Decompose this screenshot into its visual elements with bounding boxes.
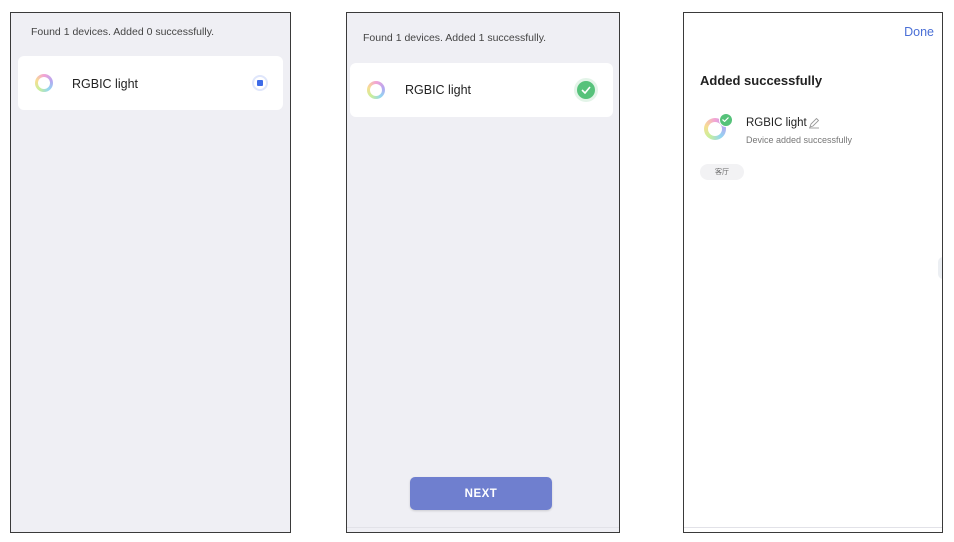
screen-success: Done Added successfully RGBIC light Devi… xyxy=(683,12,943,533)
device-name: RGBIC light xyxy=(746,117,807,129)
rgb-ring-icon xyxy=(35,74,53,92)
side-handle[interactable] xyxy=(938,257,942,279)
next-button[interactable]: NEXT xyxy=(410,477,552,510)
device-status-text: Device added successfully xyxy=(746,135,853,145)
status-text: Found 1 devices. Added 0 successfully. xyxy=(31,26,215,38)
device-name: RGBIC light xyxy=(72,77,138,91)
page-title: Added successfully xyxy=(700,73,823,88)
room-chip[interactable]: 客厅 xyxy=(700,164,744,180)
device-card[interactable]: RGBIC light xyxy=(350,63,613,117)
loading-spinner-icon xyxy=(252,75,268,91)
rgb-ring-icon xyxy=(367,81,385,99)
divider xyxy=(347,527,619,528)
checkmark-icon xyxy=(577,81,595,99)
done-button[interactable]: Done xyxy=(904,25,934,39)
success-badge-icon xyxy=(719,113,733,127)
status-text: Found 1 devices. Added 1 successfully. xyxy=(363,32,547,44)
device-card[interactable]: RGBIC light xyxy=(18,56,283,110)
screen-added: Found 1 devices. Added 1 successfully. R… xyxy=(346,12,620,533)
screen-scanning: Found 1 devices. Added 0 successfully. R… xyxy=(10,12,291,533)
device-name: RGBIC light xyxy=(405,83,471,97)
edit-icon[interactable] xyxy=(808,117,820,129)
divider xyxy=(684,527,942,528)
device-avatar xyxy=(704,113,733,140)
